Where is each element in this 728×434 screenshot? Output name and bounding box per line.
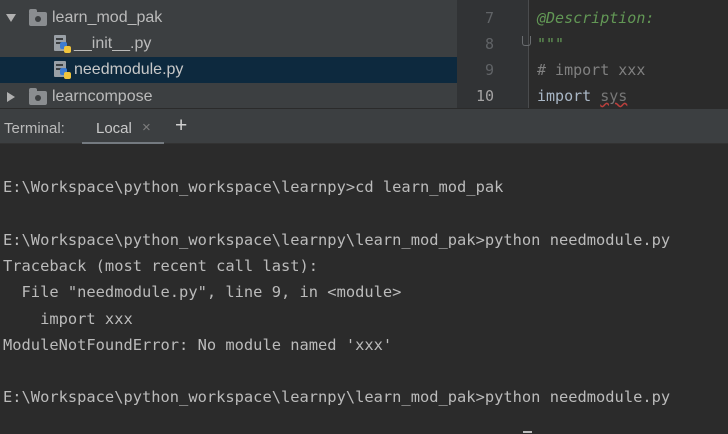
project-tree: learn_mod_pak __init__.py needmodule.py … — [0, 0, 457, 108]
folder-icon — [29, 88, 47, 105]
terminal-toolbar: Terminal: Local × + — [0, 108, 728, 145]
expand-arrow-icon[interactable] — [6, 14, 16, 22]
code-line: """ — [537, 35, 565, 53]
line-number: 9 — [484, 61, 494, 79]
tab-label: Local — [96, 120, 132, 137]
terminal-line: E:\Workspace\python_workspace\learnpy>cd… — [3, 178, 504, 196]
line-number: 10 — [475, 87, 494, 105]
line-number-gutter: 7 8 9 10 — [457, 0, 529, 108]
gutter-divider — [528, 0, 529, 108]
tree-item-init-py[interactable]: __init__.py — [0, 31, 457, 57]
code-line: # import xxx — [537, 61, 646, 79]
terminal-output[interactable]: E:\Workspace\python_workspace\learnpy>cd… — [0, 144, 728, 434]
terminal-line: Traceback (most recent call last): — [3, 257, 319, 275]
terminal-line: import xxx — [3, 310, 133, 328]
tree-item-learn-mod-pak[interactable]: learn_mod_pak — [0, 5, 457, 31]
terminal-title: Terminal: — [4, 120, 65, 137]
collapse-arrow-icon[interactable] — [7, 92, 15, 102]
unused-import: sys — [600, 87, 628, 105]
tree-item-label: __init__.py — [74, 35, 152, 52]
fold-icon[interactable] — [522, 36, 531, 46]
terminal-line: E:\Workspace\python_workspace\learnpy\le… — [3, 388, 671, 406]
line-number: 8 — [484, 35, 494, 53]
tree-item-needmodule-py[interactable]: needmodule.py — [0, 57, 457, 83]
code-line: import sys — [537, 83, 627, 108]
tree-item-label: learncompose — [52, 88, 153, 105]
tab-local[interactable]: Local × — [82, 109, 164, 145]
tree-item-label: learn_mod_pak — [52, 9, 163, 26]
folder-icon — [29, 9, 47, 26]
add-tab-icon[interactable]: + — [175, 115, 187, 137]
text-cursor — [523, 431, 532, 433]
terminal-line: ModuleNotFoundError: No module named 'xx… — [3, 336, 393, 354]
terminal-line: E:\Workspace\python_workspace\learnpy\le… — [3, 231, 671, 249]
code-line: @Description: — [537, 9, 655, 27]
python-file-icon — [54, 35, 71, 53]
tree-item-learncompose[interactable]: learncompose — [0, 84, 457, 108]
python-file-icon — [54, 61, 71, 79]
code-keyword: import — [537, 87, 592, 105]
close-icon[interactable]: × — [142, 119, 151, 136]
code-editor[interactable]: 7 8 9 10 @Description: """ # import xxx … — [457, 0, 728, 108]
terminal-line: File "needmodule.py", line 9, in <module… — [3, 283, 402, 301]
line-number: 7 — [484, 9, 494, 27]
tree-item-label: needmodule.py — [74, 61, 184, 78]
